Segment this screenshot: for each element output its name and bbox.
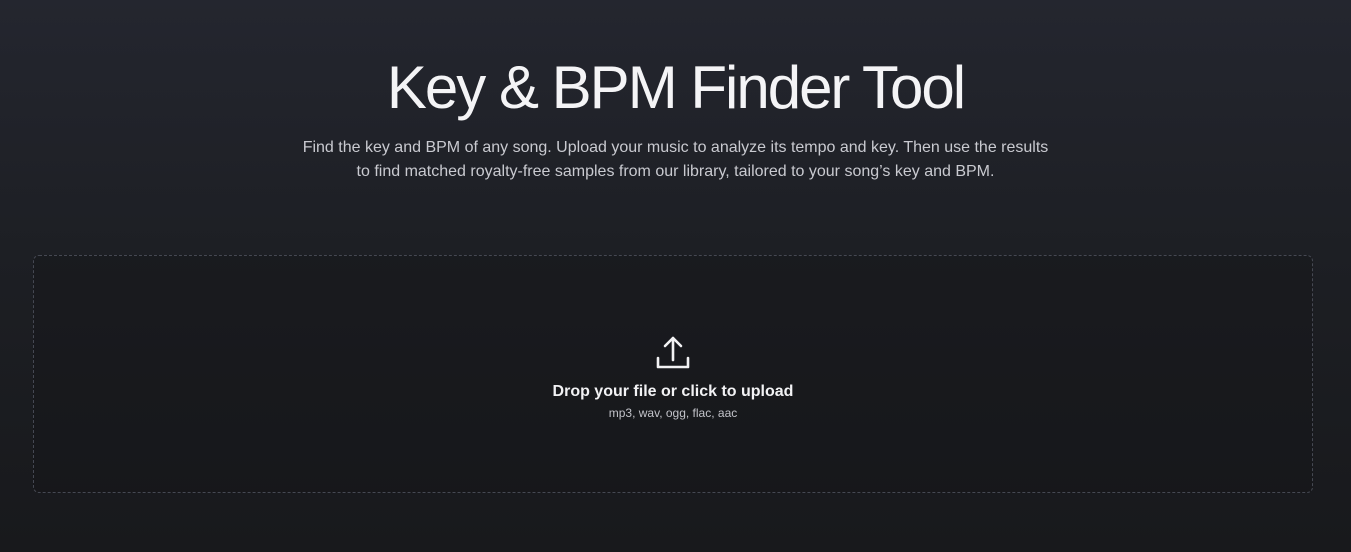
upload-icon [654,334,692,372]
file-upload-dropzone[interactable]: Drop your file or click to upload mp3, w… [33,255,1313,493]
hero-section: Key & BPM Finder Tool Find the key and B… [0,52,1351,184]
dropzone-content: Drop your file or click to upload mp3, w… [34,334,1312,421]
upload-label: Drop your file or click to upload [552,383,794,400]
supported-formats: mp3, wav, ogg, flac, aac [608,406,738,420]
page-title: Key & BPM Finder Tool [386,54,966,121]
page-description: Find the key and BPM of any song. Upload… [302,139,1049,180]
